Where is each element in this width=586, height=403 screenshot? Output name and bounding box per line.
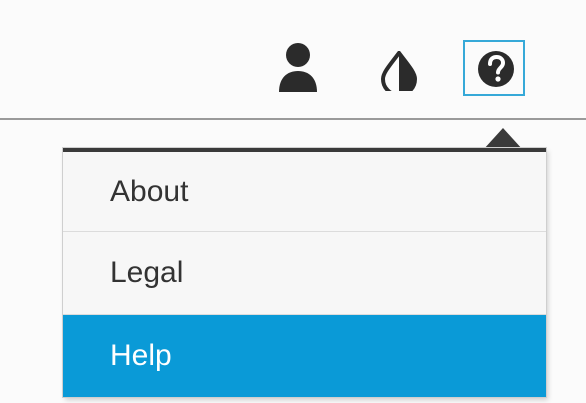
contrast-icon[interactable] <box>379 51 419 91</box>
menu-pointer-arrow <box>483 128 523 150</box>
menu-item-legal[interactable]: Legal <box>63 232 546 315</box>
help-button[interactable] <box>463 40 525 96</box>
menu-item-label: Help <box>110 339 172 372</box>
menu-item-about[interactable]: About <box>63 152 546 232</box>
topbar-divider <box>0 118 586 120</box>
help-dropdown-menu: About Legal Help <box>63 148 546 397</box>
menu-item-label: Legal <box>110 256 184 289</box>
help-icon <box>478 51 514 87</box>
menu-item-help[interactable]: Help <box>63 315 546 397</box>
user-icon[interactable] <box>278 42 318 94</box>
menu-item-label: About <box>110 174 189 208</box>
